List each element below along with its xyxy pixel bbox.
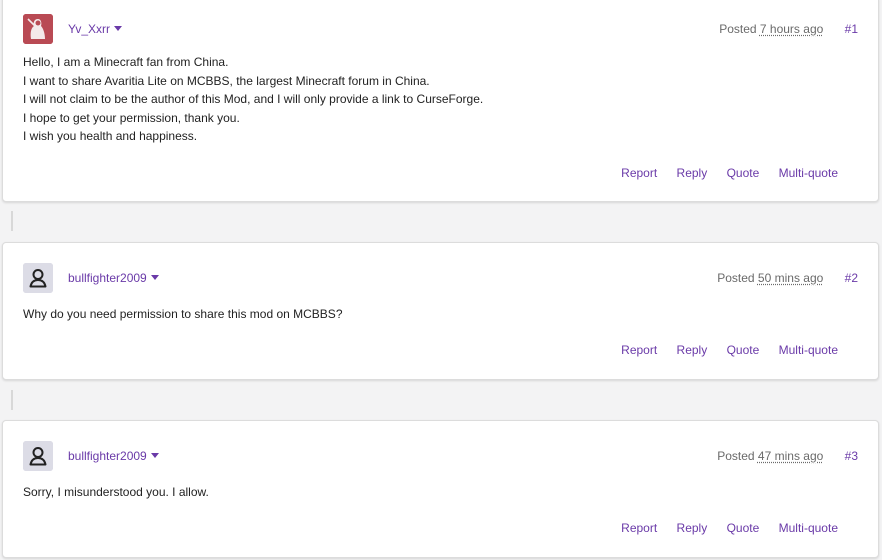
post-text-line: Sorry, I misunderstood you. I allow. <box>23 485 209 499</box>
post-timestamp: 7 hours ago <box>759 22 824 36</box>
author-name[interactable]: Yv_Xxrr <box>68 22 110 36</box>
quote-button[interactable]: Quote <box>727 166 760 180</box>
post-body: Hello, I am a Minecraft fan from China. … <box>23 53 858 146</box>
author-name[interactable]: bullfighter2009 <box>68 449 147 463</box>
post-text-line: Hello, I am a Minecraft fan from China. <box>23 55 229 69</box>
post-number-link[interactable]: #2 <box>845 271 858 285</box>
post-1: Yv_Xxrr Posted 7 hours ago #1 Hello, I a… <box>2 0 879 202</box>
post-text-line: I wish you health and happiness. <box>23 129 198 143</box>
author-link[interactable]: bullfighter2009 <box>68 449 159 463</box>
multi-quote-button[interactable]: Multi-quote <box>779 521 838 535</box>
reply-button[interactable]: Reply <box>677 166 708 180</box>
post-header: bullfighter2009 Posted 50 mins ago #2 <box>23 263 858 293</box>
post-body: Why do you need permission to share this… <box>23 305 858 324</box>
multi-quote-button[interactable]: Multi-quote <box>779 166 838 180</box>
post-timestamp: 50 mins ago <box>757 271 824 285</box>
thread-divider <box>11 211 13 231</box>
quote-button[interactable]: Quote <box>727 521 760 535</box>
post-text-line: I hope to get your permission, thank you… <box>23 110 240 125</box>
reply-button[interactable]: Reply <box>677 343 708 357</box>
author-link[interactable]: Yv_Xxrr <box>68 22 123 36</box>
author-link[interactable]: bullfighter2009 <box>68 271 159 285</box>
post-text-line: Why do you need permission to share this… <box>23 307 343 321</box>
chevron-down-icon[interactable] <box>114 26 123 31</box>
quote-button[interactable]: Quote <box>727 343 760 357</box>
posted-label: Posted <box>717 449 755 463</box>
post-3: bullfighter2009 Posted 47 mins ago #3 So… <box>2 420 879 558</box>
post-text-line: I will not claim to be the author of thi… <box>23 92 484 106</box>
default-user-icon[interactable] <box>23 441 53 471</box>
chevron-down-icon[interactable] <box>150 453 159 458</box>
posted-label: Posted <box>719 22 757 36</box>
post-actions: Report Reply Quote Multi-quote <box>605 166 838 182</box>
multi-quote-button[interactable]: Multi-quote <box>779 343 838 357</box>
comment-thread: Yv_Xxrr Posted 7 hours ago #1 Hello, I a… <box>0 0 882 560</box>
post-body: Sorry, I misunderstood you. I allow. <box>23 483 858 502</box>
report-button[interactable]: Report <box>621 166 657 180</box>
post-2: bullfighter2009 Posted 50 mins ago #2 Wh… <box>2 242 879 380</box>
post-header: Yv_Xxrr Posted 7 hours ago #1 <box>23 14 858 44</box>
post-actions: Report Reply Quote Multi-quote <box>605 343 838 359</box>
report-button[interactable]: Report <box>621 521 657 535</box>
post-actions: Report Reply Quote Multi-quote <box>605 521 838 537</box>
report-button[interactable]: Report <box>621 343 657 357</box>
post-meta: Posted 47 mins ago #3 <box>717 449 858 463</box>
chevron-down-icon[interactable] <box>150 275 159 280</box>
posted-label: Posted <box>717 271 755 285</box>
post-number-link[interactable]: #3 <box>845 449 858 463</box>
reply-button[interactable]: Reply <box>677 521 708 535</box>
post-header: bullfighter2009 Posted 47 mins ago #3 <box>23 441 858 471</box>
post-number-link[interactable]: #1 <box>845 22 858 36</box>
post-text-line: I want to share Avaritia Lite on MCBBS, … <box>23 73 430 88</box>
author-name[interactable]: bullfighter2009 <box>68 271 147 285</box>
post-meta: Posted 50 mins ago #2 <box>717 271 858 285</box>
post-timestamp: 47 mins ago <box>757 449 824 463</box>
default-user-icon[interactable] <box>23 263 53 293</box>
thread-divider <box>11 390 13 410</box>
post-meta: Posted 7 hours ago #1 <box>719 22 858 36</box>
custom-avatar-icon[interactable] <box>23 14 53 44</box>
